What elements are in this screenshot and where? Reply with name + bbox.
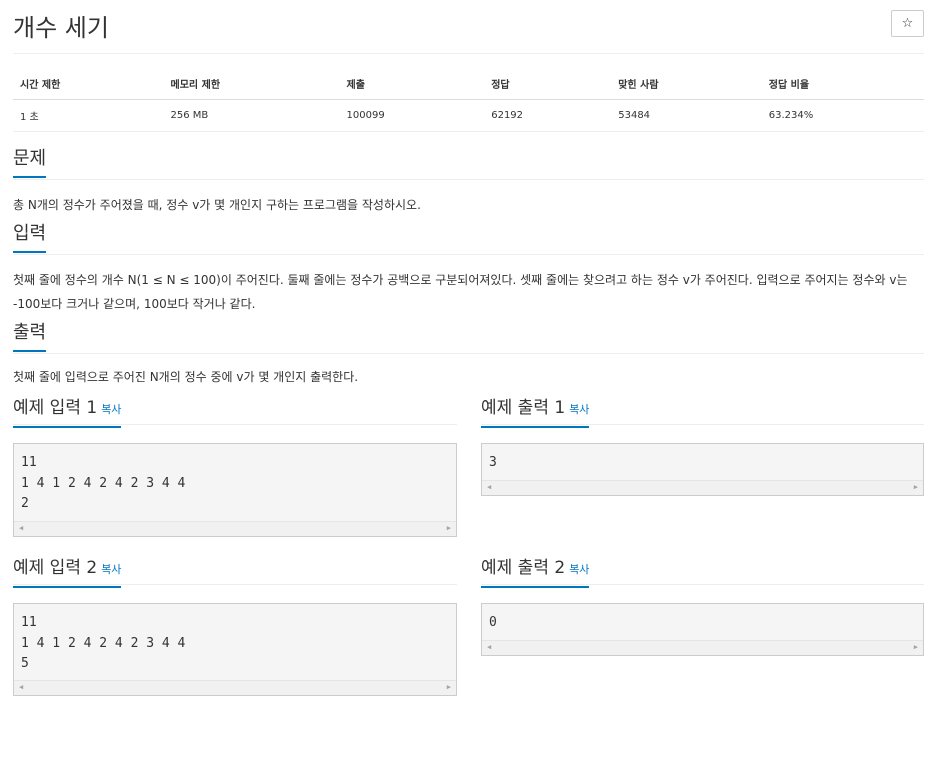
scroll-right-icon[interactable]: ▶ <box>914 483 918 491</box>
sample-input-2-line: 11 <box>21 615 37 630</box>
star-button[interactable]: ☆ <box>891 10 924 37</box>
page-title: 개수 세기 <box>13 14 109 42</box>
input-title: 입력 <box>13 223 47 253</box>
sample-input-1-box[interactable]: 11 1 4 1 2 4 2 4 2 3 4 4 2 ◀ ▶ <box>13 443 457 537</box>
sample-input-2-lines: 11 1 4 1 2 4 2 4 2 3 4 4 5 <box>14 604 456 675</box>
info-value-row: 1 초 256 MB 100099 62192 53484 63.234% <box>13 99 924 132</box>
copy-sample-input-2-button[interactable]: 복사 <box>101 563 121 576</box>
scroll-left-icon[interactable]: ◀ <box>19 683 23 691</box>
sample-input-1-line: 11 <box>21 455 37 470</box>
sample-output-2-headline: 예제 출력 2 복사 <box>481 557 924 588</box>
sample-output-1-lines: 3 <box>482 444 923 474</box>
info-header-row: 시간 제한 메모리 제한 제출 정답 맞힌 사람 정답 비율 <box>13 69 924 100</box>
solvers-header: 맞힌 사람 <box>611 69 762 100</box>
sample-output-1-box[interactable]: 3 ◀ ▶ <box>481 443 924 496</box>
accuracy-header: 정답 비율 <box>761 69 924 100</box>
accuracy-value: 63.234% <box>761 99 924 132</box>
sample-input-2-box[interactable]: 11 1 4 1 2 4 2 4 2 3 4 4 5 ◀ ▶ <box>13 603 457 696</box>
output-description: 첫째 줄에 입력으로 주어진 N개의 정수 중에 v가 몇 개인지 출력한다. <box>13 370 359 384</box>
horizontal-scrollbar[interactable]: ◀ ▶ <box>482 480 923 495</box>
scroll-right-icon[interactable]: ▶ <box>447 524 451 532</box>
sample-output-2-lines: 0 <box>482 604 923 634</box>
copy-sample-output-1-button[interactable]: 복사 <box>569 403 589 416</box>
problem-headline: 문제 <box>13 148 924 180</box>
time-limit-value: 1 초 <box>13 99 164 132</box>
sample-input-2-title-text: 예제 입력 2 <box>13 558 98 578</box>
output-section: 출력 첫째 줄에 입력으로 주어진 N개의 정수 중에 v가 몇 개인지 출력한… <box>13 322 924 389</box>
submissions-header: 제출 <box>339 69 485 100</box>
sample-output-1-title-text: 예제 출력 1 <box>481 398 566 418</box>
sample-input-1-line: 2 <box>21 496 29 511</box>
accepted-header: 정답 <box>484 69 612 100</box>
sample-input-1: 예제 입력 1 복사 11 1 4 1 2 4 2 4 2 3 4 4 2 ◀ ▶ <box>13 397 457 537</box>
horizontal-scrollbar[interactable]: ◀ ▶ <box>14 521 456 536</box>
sample-input-2-title: 예제 입력 2 복사 <box>13 557 122 588</box>
sample-output-2: 예제 출력 2 복사 0 ◀ ▶ <box>481 557 924 657</box>
title-row: 개수 세기 ☆ <box>13 0 924 54</box>
problem-title: 문제 <box>13 148 47 178</box>
memory-limit-header: 메모리 제한 <box>163 69 340 100</box>
input-section: 입력 첫째 줄에 정수의 개수 N(1 ≤ N ≤ 100)이 주어진다. 둘째… <box>13 223 924 316</box>
copy-sample-input-1-button[interactable]: 복사 <box>101 403 121 416</box>
sample-input-1-line: 1 4 1 2 4 2 4 2 3 4 4 <box>21 475 186 491</box>
input-description: 첫째 줄에 정수의 개수 N(1 ≤ N ≤ 100)이 주어진다. 둘째 줄에… <box>13 273 908 311</box>
sample-output-1-line: 3 <box>489 455 497 470</box>
copy-sample-output-2-button[interactable]: 복사 <box>569 563 589 576</box>
sample-input-1-title-text: 예제 입력 1 <box>13 398 98 418</box>
star-icon: ☆ <box>901 16 914 31</box>
solvers-value: 53484 <box>611 99 762 132</box>
sample-output-1-headline: 예제 출력 1 복사 <box>481 397 924 428</box>
sample-input-2-headline: 예제 입력 2 복사 <box>13 557 457 588</box>
scroll-left-icon[interactable]: ◀ <box>487 483 491 491</box>
sample-output-2-title: 예제 출력 2 복사 <box>481 557 590 588</box>
output-title: 출력 <box>13 322 47 352</box>
sample-output-1: 예제 출력 1 복사 3 ◀ ▶ <box>481 397 924 497</box>
scroll-left-icon[interactable]: ◀ <box>487 643 491 651</box>
input-headline: 입력 <box>13 223 924 255</box>
sample-input-2-line: 5 <box>21 656 29 671</box>
submissions-value: 100099 <box>339 99 485 132</box>
sample-input-1-headline: 예제 입력 1 복사 <box>13 397 457 428</box>
problem-description: 총 N개의 정수가 주어졌을 때, 정수 v가 몇 개인지 구하는 프로그램을 … <box>13 198 421 212</box>
horizontal-scrollbar[interactable]: ◀ ▶ <box>14 680 456 695</box>
sample-output-2-title-text: 예제 출력 2 <box>481 558 566 578</box>
accepted-value: 62192 <box>484 99 612 132</box>
examples: 예제 입력 1 복사 11 1 4 1 2 4 2 4 2 3 4 42 ◀ ▶ 예… <box>13 397 924 717</box>
sample-output-1-title: 예제 출력 1 복사 <box>481 397 590 428</box>
sample-input-1-lines: 11 1 4 1 2 4 2 4 2 3 4 4 2 <box>14 444 456 515</box>
sample-input-1-title: 예제 입력 1 복사 <box>13 397 122 428</box>
scroll-left-icon[interactable]: ◀ <box>19 524 23 532</box>
sample-input-2: 예제 입력 2 복사 11 1 4 1 2 4 2 4 2 3 4 4 5 ◀ ▶ <box>13 557 457 697</box>
scroll-right-icon[interactable]: ▶ <box>447 683 451 691</box>
output-headline: 출력 <box>13 322 924 354</box>
sample-input-2-line: 1 4 1 2 4 2 4 2 3 4 4 <box>21 635 186 651</box>
problem-section: 문제 총 N개의 정수가 주어졌을 때, 정수 v가 몇 개인지 구하는 프로그… <box>13 148 924 217</box>
memory-limit-value: 256 MB <box>163 99 340 132</box>
problem-page: 개수 세기 ☆ 시간 제한 메모리 제한 제출 정답 맞힌 사람 정답 비율 1… <box>0 0 942 761</box>
horizontal-scrollbar[interactable]: ◀ ▶ <box>482 640 923 655</box>
time-limit-header: 시간 제한 <box>13 69 164 100</box>
sample-output-2-line: 0 <box>489 615 497 630</box>
scroll-right-icon[interactable]: ▶ <box>914 643 918 651</box>
problem-info-table: 시간 제한 메모리 제한 제출 정답 맞힌 사람 정답 비율 1 초 256 M… <box>13 69 924 132</box>
sample-output-2-box[interactable]: 0 ◀ ▶ <box>481 603 924 656</box>
